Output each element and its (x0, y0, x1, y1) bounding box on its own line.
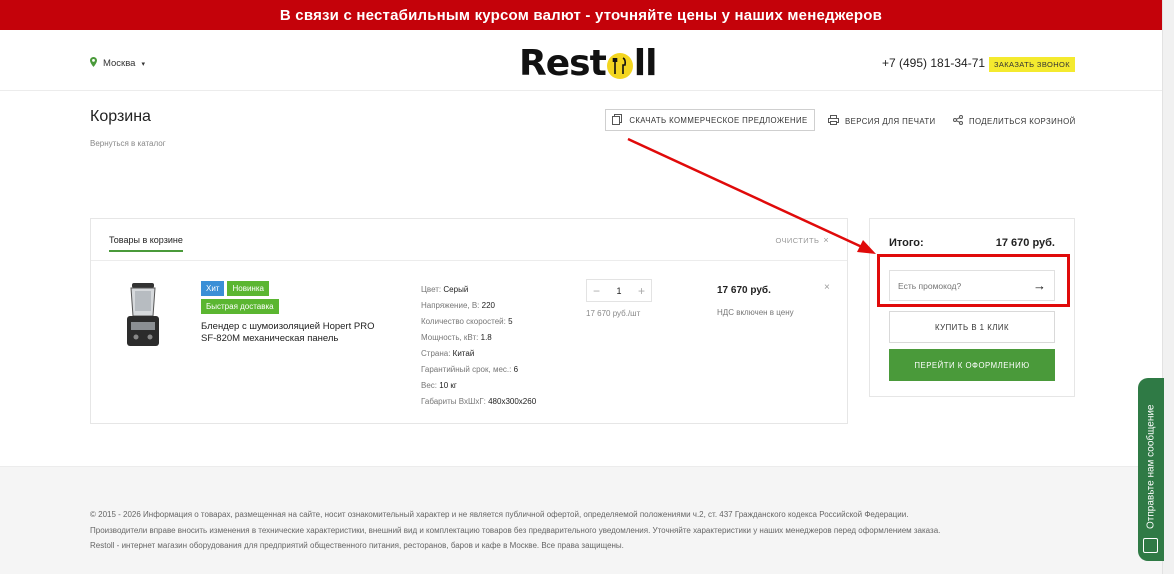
share-cart-label: ПОДЕЛИТЬСЯ КОРЗИНОЙ (969, 116, 1076, 126)
product-specs: Цвет: Серый Напряжение, В: 220 Количеств… (421, 282, 581, 410)
line-total: 17 670 руб. (717, 285, 771, 296)
city-label: Москва (103, 58, 136, 69)
download-offer-button[interactable]: СКАЧАТЬ КОММЕРЧЕСКОЕ ПРЕДЛОЖЕНИЕ (605, 109, 815, 131)
badge-new: Новинка (227, 281, 269, 296)
decrease-quantity-button[interactable]: − (593, 284, 600, 298)
annotation-highlight-box (877, 254, 1070, 307)
increase-quantity-button[interactable]: + (638, 284, 645, 298)
page-title: Корзина (90, 108, 151, 125)
remove-item-button[interactable]: × (824, 282, 830, 293)
site-footer: © 2015 - 2026 Информация о товарах, разм… (0, 466, 1162, 574)
spec-row: Мощность, кВт: 1.8 (421, 333, 492, 342)
tab-cart-items[interactable]: Товары в корзине (109, 235, 183, 252)
share-icon (953, 115, 963, 127)
total-value: 17 670 руб. (995, 237, 1055, 249)
spec-row: Количество скоростей: 5 (421, 317, 513, 326)
spec-row: Страна: Китай (421, 349, 475, 358)
unit-price: 17 670 руб./шт (586, 309, 641, 318)
badge-hit: Хит (201, 281, 225, 296)
spec-row: Габариты ВхШхГ: 480х300х260 (421, 397, 537, 406)
spec-row: Гарантийный срок, мес.: 6 (421, 365, 519, 374)
callback-button[interactable]: ЗАКАЗАТЬ ЗВОНОК (989, 57, 1075, 72)
back-to-catalog-link[interactable]: Вернуться в каталог (90, 139, 166, 148)
city-selector[interactable]: Москва ▾ (90, 57, 145, 70)
cart-panel: Товары в корзине ОЧИСТИТЬ × Хит Новинка … (90, 218, 848, 424)
phone-number[interactable]: +7 (495) 181-34-71 (882, 56, 985, 70)
product-image[interactable] (124, 282, 162, 348)
product-badges: Хит Новинка Быстрая доставка (201, 281, 301, 314)
quantity-stepper: − 1 + (586, 279, 652, 302)
print-version-link[interactable]: ВЕРСИЯ ДЛЯ ПЕЧАТИ (828, 115, 936, 127)
buy-one-click-button[interactable]: КУПИТЬ В 1 КЛИК (889, 311, 1055, 343)
currency-warning-banner: В связи с нестабильным курсом валют - ут… (0, 0, 1162, 30)
share-cart-link[interactable]: ПОДЕЛИТЬСЯ КОРЗИНОЙ (953, 115, 1076, 127)
close-icon: × (823, 235, 829, 245)
order-summary: Итого: 17 670 руб. → КУПИТЬ В 1 КЛИК ПЕР… (869, 218, 1075, 397)
checkout-button[interactable]: ПЕРЕЙТИ К ОФОРМЛЕНИЮ (889, 349, 1055, 381)
printer-icon (828, 115, 839, 127)
spec-row: Вес: 10 кг (421, 381, 457, 390)
chat-widget-label[interactable]: Отправьте нам сообщение (1142, 392, 1160, 542)
restoll-logo[interactable]: Rest ll (519, 43, 658, 84)
download-offer-label: СКАЧАТЬ КОММЕРЧЕСКОЕ ПРЕДЛОЖЕНИЕ (629, 115, 808, 125)
product-name-link[interactable]: Блендер с шумоизоляцией Hopert PRO SF-82… (201, 321, 381, 344)
message-icon (1143, 538, 1158, 553)
print-version-label: ВЕРСИЯ ДЛЯ ПЕЧАТИ (845, 116, 936, 126)
spec-row: Цвет: Серый (421, 285, 469, 294)
location-pin-icon (90, 57, 97, 70)
document-icon (612, 113, 623, 127)
quantity-value[interactable]: 1 (616, 286, 621, 296)
clear-cart-button[interactable]: ОЧИСТИТЬ × (775, 235, 829, 245)
chevron-down-icon: ▾ (141, 60, 145, 68)
badge-fast-delivery: Быстрая доставка (201, 299, 279, 314)
spec-row: Напряжение, В: 220 (421, 301, 495, 310)
vat-note: НДС включен в цену (717, 308, 794, 317)
divider (91, 260, 847, 261)
logo-text-end: ll (633, 43, 658, 84)
site-header: Москва ▾ Rest ll +7 (495) 181-34-71 ЗАКА… (0, 30, 1162, 91)
logo-text-start: Rest (519, 43, 607, 84)
total-label: Итого: (889, 237, 924, 249)
footer-legal-text: © 2015 - 2026 Информация о товарах, разм… (90, 510, 941, 550)
fork-knife-icon (606, 53, 633, 79)
clear-cart-label: ОЧИСТИТЬ (775, 235, 820, 245)
